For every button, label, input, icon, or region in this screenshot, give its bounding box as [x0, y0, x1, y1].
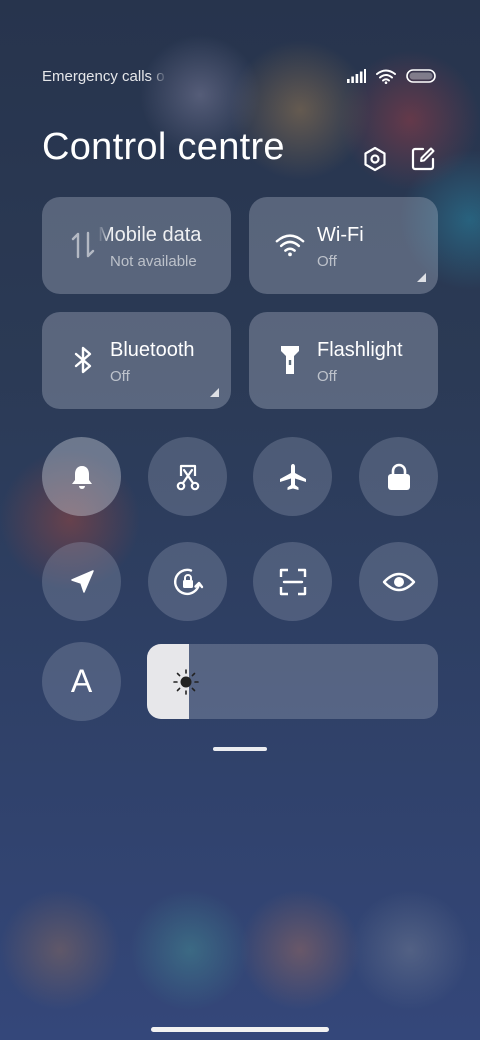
- wifi-tile[interactable]: Wi-Fi Off: [249, 197, 438, 294]
- location-icon: [70, 569, 94, 593]
- status-icons: [346, 69, 436, 84]
- settings-icon: [364, 146, 386, 172]
- mobile-data-tile[interactable]: Mobile data Not available: [42, 197, 231, 294]
- tile-status: Off: [317, 253, 337, 270]
- wifi-icon: [376, 69, 396, 84]
- signal-icon: [347, 69, 366, 83]
- bell-icon: [71, 465, 92, 489]
- status-bar: Emergency calls o: [42, 64, 436, 88]
- page-title: Control centre: [42, 126, 285, 168]
- eye-icon: [382, 572, 415, 591]
- edit-button[interactable]: [410, 146, 436, 172]
- tile-label: Wi-Fi: [317, 224, 364, 246]
- tile-status: Off: [110, 368, 130, 385]
- flashlight-icon: [275, 345, 305, 375]
- tile-label: Mobile data: [98, 224, 202, 246]
- settings-button[interactable]: [362, 146, 388, 172]
- home-indicator[interactable]: [151, 1027, 329, 1032]
- edit-icon: [411, 147, 435, 171]
- scanner-toggle[interactable]: [253, 542, 332, 621]
- brightness-icon: [173, 669, 199, 695]
- brightness-slider[interactable]: [147, 644, 438, 719]
- bluetooth-tile[interactable]: Bluetooth Off: [42, 312, 231, 409]
- rotation-lock-toggle[interactable]: [148, 542, 227, 621]
- battery-icon: [406, 69, 436, 83]
- screenshot-toggle[interactable]: [148, 437, 227, 516]
- lock-toggle[interactable]: [359, 437, 438, 516]
- screenshot-icon: [176, 464, 199, 490]
- header-actions: [362, 146, 436, 172]
- wifi-icon: [275, 230, 305, 260]
- tile-label: Flashlight: [317, 339, 403, 361]
- bluetooth-icon: [68, 345, 98, 375]
- sound-toggle[interactable]: [42, 437, 121, 516]
- location-toggle[interactable]: [42, 542, 121, 621]
- mobile-data-icon: [68, 230, 98, 260]
- airplane-icon: [279, 463, 306, 490]
- tile-label: Bluetooth: [110, 339, 195, 361]
- carrier-text: Emergency calls o: [42, 67, 165, 85]
- expand-corner-icon[interactable]: [417, 273, 426, 282]
- font-size-label: A: [70, 663, 93, 699]
- tile-status: Not available: [110, 253, 197, 270]
- expand-corner-icon[interactable]: [210, 388, 219, 397]
- tile-status: Off: [317, 368, 337, 385]
- reading-mode-toggle[interactable]: [359, 542, 438, 621]
- flashlight-tile[interactable]: Flashlight Off: [249, 312, 438, 409]
- font-size-button[interactable]: A: [42, 642, 121, 721]
- airplane-toggle[interactable]: [253, 437, 332, 516]
- panel-drag-handle[interactable]: [213, 747, 267, 751]
- rotation-lock-icon: [173, 568, 203, 595]
- lock-icon: [387, 463, 410, 490]
- mobile-data-text: Mobile data Not available: [98, 197, 231, 294]
- scan-icon: [279, 568, 306, 595]
